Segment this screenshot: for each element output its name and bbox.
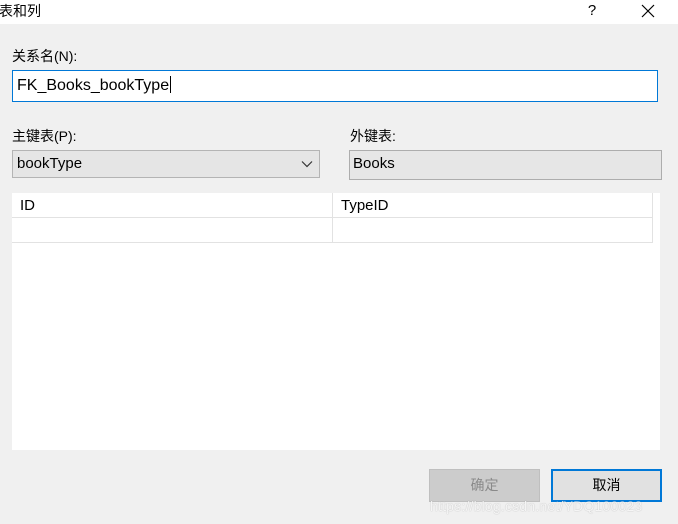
close-button[interactable]	[626, 0, 670, 22]
close-icon	[641, 4, 655, 18]
window-title: 表和列	[0, 3, 41, 19]
foreign-table-field: Books	[349, 150, 662, 180]
relationship-name-label: 关系名(N):	[12, 48, 78, 64]
help-button[interactable]: ?	[570, 0, 614, 22]
column-mapping-grid[interactable]: ID TypeID	[12, 193, 660, 450]
column-mapping-table: ID TypeID	[12, 193, 653, 243]
relationship-name-input[interactable]: FK_Books_bookType	[12, 70, 658, 102]
foreign-table-value: Books	[353, 155, 395, 172]
primary-table-select[interactable]: bookType	[12, 150, 320, 178]
table-row[interactable]	[12, 217, 653, 243]
relationship-name-value: FK_Books_bookType	[17, 77, 170, 94]
watermark-text: https://blog.csdn.net/YDQ100023	[430, 498, 643, 514]
primary-table-value: bookType	[17, 155, 83, 172]
text-caret	[170, 76, 172, 93]
table-row[interactable]: ID TypeID	[12, 193, 653, 218]
title-bar: 表和列 ?	[0, 0, 678, 24]
primary-key-column-cell[interactable]: ID	[12, 193, 333, 218]
chevron-down-icon	[301, 161, 313, 168]
foreign-key-column-cell[interactable]: TypeID	[332, 193, 653, 218]
primary-table-label: 主键表(P):	[12, 128, 77, 144]
foreign-key-column-cell[interactable]	[332, 217, 653, 243]
foreign-table-label: 外键表:	[350, 128, 396, 144]
primary-key-column-cell[interactable]	[12, 217, 333, 243]
